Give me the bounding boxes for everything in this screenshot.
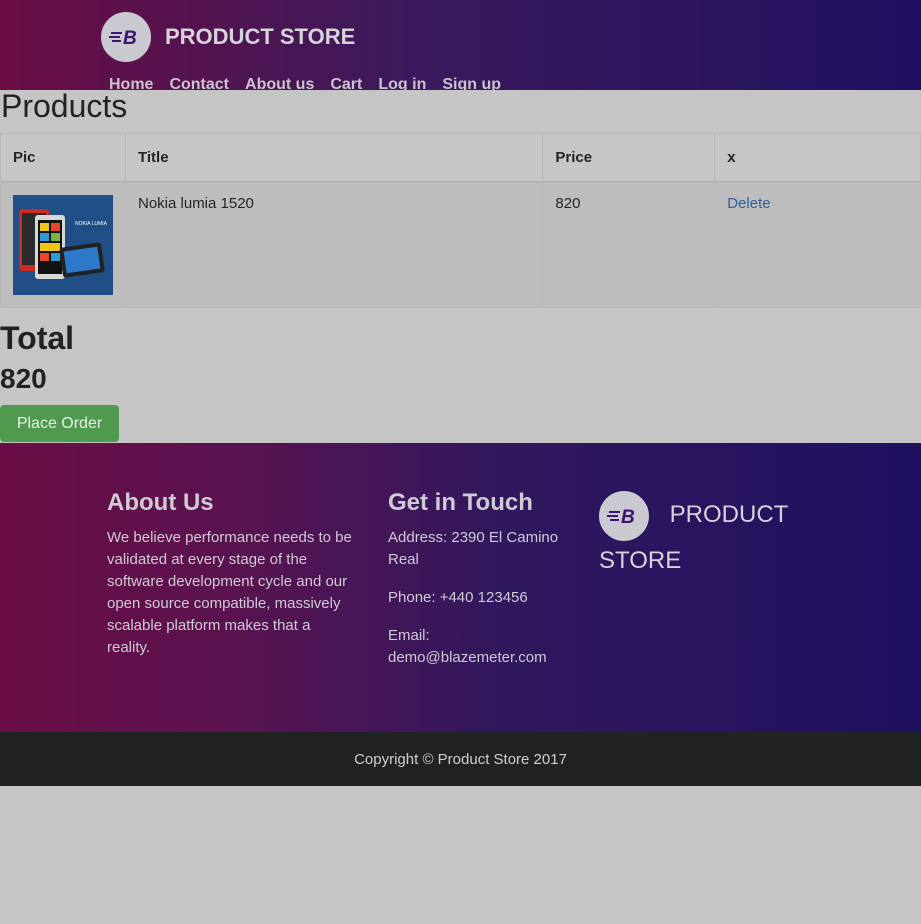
product-price-cell: 820 — [542, 180, 716, 308]
column-header-title: Title — [124, 133, 544, 182]
nav-contact-link[interactable]: Contact — [169, 76, 229, 94]
product-image: NOKIA LUMIA — [13, 194, 113, 295]
footer-brand-line1: PRODUCT — [669, 501, 789, 529]
brand-name: PRODUCT STORE — [165, 24, 356, 49]
brand-logo-link[interactable]: B PRODUCT STORE — [101, 12, 355, 62]
delete-link[interactable]: Delete — [727, 195, 770, 212]
products-heading: Products — [1, 88, 128, 124]
table-row: NOKIA LUMIA Nokia lumia 1520 820 Delete — [0, 180, 921, 308]
footer-email: Email: demo@blazemeter.com — [388, 625, 573, 669]
product-image-caption: NOKIA LUMIA — [75, 221, 108, 227]
footer-email-address: demo@blazemeter.com — [388, 649, 547, 666]
nav-signup-link[interactable]: Sign up — [442, 76, 501, 94]
cart-table: Pic Title Price x NOKIA LUMIA Nokia lumi… — [0, 133, 921, 308]
column-header-pic: Pic — [0, 133, 126, 182]
copyright-bar: Copyright © Product Store 2017 — [0, 732, 921, 786]
footer-brand: B PRODUCT STORE — [599, 491, 799, 580]
footer-blazemeter-logo-icon: B — [599, 491, 649, 541]
navbar: B PRODUCT STORE Home Contact About us Ca… — [0, 0, 921, 93]
svg-text:B: B — [123, 28, 137, 48]
footer-email-label: Email: — [388, 627, 430, 644]
nav-menu: Home Contact About us Cart Log in Sign u… — [109, 76, 501, 94]
footer-about-section: About Us We believe performance needs to… — [107, 489, 357, 659]
about-us-text: We believe performance needs to be valid… — [107, 529, 352, 656]
svg-text:B: B — [621, 507, 635, 527]
footer: About Us We believe performance needs to… — [0, 443, 921, 732]
table-header-row: Pic Title Price x — [0, 133, 921, 182]
footer-contact-section: Get in Touch Address: 2390 El Camino Rea… — [388, 489, 573, 685]
nav-cart-link[interactable]: Cart — [330, 76, 362, 94]
nav-about-link[interactable]: About us — [245, 76, 314, 94]
footer-brand-name: B PRODUCT STORE — [599, 491, 799, 580]
copyright-text: Copyright © Product Store 2017 — [354, 750, 567, 768]
column-header-x: x — [714, 133, 921, 182]
nav-login-link[interactable]: Log in — [378, 76, 426, 94]
product-title-cell: Nokia lumia 1520 — [124, 180, 544, 308]
footer-brand-line2: STORE — [599, 547, 682, 574]
about-us-heading: About Us — [107, 489, 214, 516]
get-in-touch-heading: Get in Touch — [388, 489, 533, 516]
total-amount: 820 — [0, 363, 47, 394]
product-action-cell: Delete — [714, 180, 921, 308]
column-header-price: Price — [542, 133, 716, 182]
total-heading: Total — [0, 320, 75, 356]
footer-address: Address: 2390 El Camino Real — [388, 529, 559, 568]
product-pic-cell: NOKIA LUMIA — [0, 180, 126, 308]
place-order-button[interactable]: Place Order — [0, 405, 119, 442]
footer-phone: Phone: +440 123456 — [388, 589, 528, 606]
blazemeter-logo-icon: B — [101, 12, 151, 62]
